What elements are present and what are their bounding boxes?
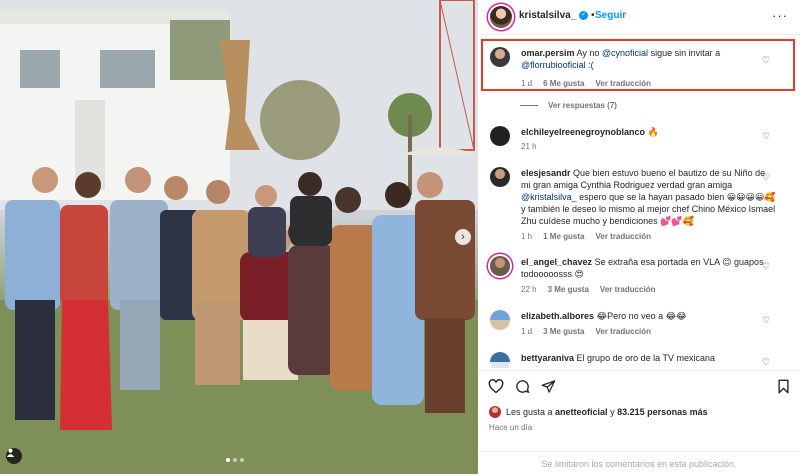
like-comment-heart-icon[interactable]: ♡ bbox=[762, 358, 770, 367]
view-replies-button[interactable]: Ver respuestas (7) bbox=[520, 101, 617, 110]
comment-body: 🔥 bbox=[647, 127, 659, 137]
follow-button[interactable]: Seguir bbox=[595, 10, 626, 21]
translate-link[interactable]: Ver traducción bbox=[595, 327, 651, 336]
group-photo-illustration bbox=[0, 0, 478, 474]
likes-prefix: Les gusta a bbox=[506, 407, 556, 417]
view-replies-label: Ver respuestas (7) bbox=[548, 101, 617, 110]
chevron-right-icon: › bbox=[461, 230, 465, 243]
comment-text: bettyaraniva El grupo de oro de la TV me… bbox=[521, 352, 776, 364]
post-time: Hace un día bbox=[489, 423, 533, 432]
comment-meta: 1 h 1 Me gusta Ver traducción bbox=[521, 232, 662, 241]
translate-link[interactable]: Ver traducción bbox=[595, 232, 651, 241]
comment-item: bettyaraniva El grupo de oro de la TV me… bbox=[488, 352, 792, 368]
heart-icon bbox=[488, 379, 504, 394]
comment-text: el_angel_chavez Se extraña esa portada e… bbox=[521, 256, 776, 280]
like-comment-heart-icon[interactable]: ♡ bbox=[762, 132, 770, 141]
mention-link[interactable]: @kristalsilva_ bbox=[521, 192, 577, 202]
bookmark-icon bbox=[778, 379, 789, 394]
commenter-avatar[interactable] bbox=[490, 310, 510, 330]
comment-text: elizabeth.albores 😂Pero no veo a 😂😂 bbox=[521, 310, 776, 322]
commenter-avatar[interactable] bbox=[490, 256, 510, 276]
comment-item: el_angel_chavez Se extraña esa portada e… bbox=[488, 256, 792, 296]
comment-meta: 21 h bbox=[521, 142, 548, 151]
author-username[interactable]: kristalsilva_ bbox=[519, 10, 576, 21]
next-slide-button[interactable]: › bbox=[455, 229, 471, 245]
commenter-username[interactable]: bettyaraniva bbox=[521, 353, 574, 363]
post-header: kristalsilva_ ✓ • Seguir ··· bbox=[478, 0, 800, 35]
comment-time: 1 h bbox=[521, 232, 533, 241]
comment-item: elchileyelreenegroynoblanco 🔥 21 h ♡ bbox=[488, 126, 792, 154]
more-options-button[interactable]: ··· bbox=[772, 8, 788, 23]
comment-button[interactable] bbox=[515, 379, 530, 398]
likes-user[interactable]: anetteoficial bbox=[555, 407, 608, 417]
likes-text: Les gusta a anetteoficial y 83.215 perso… bbox=[506, 407, 708, 417]
likes-mid: y bbox=[607, 407, 618, 417]
replies-dash bbox=[520, 105, 538, 107]
comment-icon bbox=[516, 380, 530, 394]
highlight-box bbox=[481, 39, 795, 91]
comment-body: El grupo de oro de la TV mexicana bbox=[576, 353, 715, 363]
comment-meta: 1 d 3 Me gusta Ver traducción bbox=[521, 327, 662, 336]
likes-count[interactable]: 83.215 personas más bbox=[617, 407, 708, 417]
commenter-username[interactable]: elesjesandr bbox=[521, 168, 571, 178]
like-button[interactable] bbox=[488, 379, 504, 398]
comment-time: 21 h bbox=[521, 142, 537, 151]
translate-link[interactable]: Ver traducción bbox=[600, 285, 656, 294]
author-avatar[interactable] bbox=[490, 6, 512, 28]
comment-item: elizabeth.albores 😂Pero no veo a 😂😂 1 d 3… bbox=[488, 310, 792, 340]
commenter-avatar[interactable] bbox=[490, 352, 510, 368]
slide-dot bbox=[240, 458, 244, 462]
comment-likes[interactable]: 1 Me gusta bbox=[543, 232, 584, 241]
user-tag-button[interactable] bbox=[6, 448, 22, 464]
comment-text: elesjesandr Que bien estuvo bueno el bau… bbox=[521, 167, 776, 227]
send-icon bbox=[541, 380, 556, 393]
comment-time: 22 h bbox=[521, 285, 537, 294]
like-comment-heart-icon[interactable]: ♡ bbox=[762, 173, 770, 182]
user-tag-icon bbox=[6, 448, 15, 457]
like-comment-heart-icon[interactable]: ♡ bbox=[762, 316, 770, 325]
post-actions: Les gusta a anetteoficial y 83.215 perso… bbox=[478, 370, 800, 475]
commenter-username[interactable]: elchileyelreenegroynoblanco bbox=[521, 127, 645, 137]
comment-likes[interactable]: 3 Me gusta bbox=[543, 327, 584, 336]
verified-badge-icon: ✓ bbox=[579, 11, 588, 20]
liker-avatar bbox=[489, 406, 501, 418]
slide-dot-active bbox=[226, 458, 230, 462]
comment-likes[interactable]: 3 Me gusta bbox=[548, 285, 589, 294]
slide-indicator bbox=[226, 458, 244, 462]
commenter-username[interactable]: el_angel_chavez bbox=[521, 257, 592, 267]
commenter-avatar[interactable] bbox=[490, 126, 510, 146]
save-button[interactable] bbox=[777, 379, 790, 398]
comments-limited-notice: Se limitaron los comentarios en esta pub… bbox=[478, 451, 800, 476]
post-photo[interactable]: › bbox=[0, 0, 478, 474]
slide-dot bbox=[233, 458, 237, 462]
commenter-username[interactable]: elizabeth.albores bbox=[521, 311, 594, 321]
comment-item: elesjesandr Que bien estuvo bueno el bau… bbox=[488, 167, 792, 243]
commenter-avatar[interactable] bbox=[490, 167, 510, 187]
comment-text: elchileyelreenegroynoblanco 🔥 bbox=[521, 126, 776, 138]
share-button[interactable] bbox=[541, 379, 556, 398]
comment-time: 1 d bbox=[521, 327, 533, 336]
like-comment-heart-icon[interactable]: ♡ bbox=[762, 262, 770, 271]
separator: • bbox=[591, 10, 595, 21]
comment-meta: 22 h 3 Me gusta Ver traducción bbox=[521, 285, 667, 294]
comment-body: 😂Pero no veo a 😂😂 bbox=[596, 311, 687, 321]
